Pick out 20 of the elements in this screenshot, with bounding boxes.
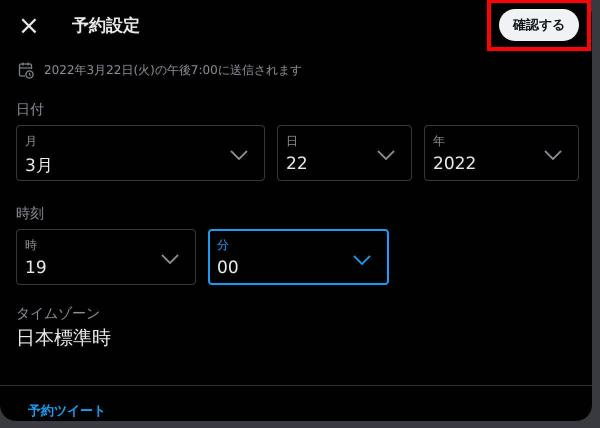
date-select[interactable]: 月 3月 bbox=[16, 125, 265, 181]
date-label: 日付 bbox=[16, 101, 45, 119]
date-select[interactable]: 年 2022 bbox=[424, 125, 579, 181]
confirm-button[interactable]: 確認する bbox=[499, 9, 579, 41]
timezone-value: 日本標準時 bbox=[16, 326, 112, 351]
time-label: 時刻 bbox=[16, 205, 45, 223]
close-button[interactable]: × bbox=[14, 13, 38, 39]
chevron-down-icon bbox=[544, 150, 562, 160]
dialog-title: 予約設定 bbox=[72, 14, 140, 36]
chevron-down-icon bbox=[161, 254, 179, 264]
timezone-label: タイムゾーン bbox=[16, 305, 101, 323]
date-select[interactable]: 日 22 bbox=[277, 125, 412, 181]
chevron-down-icon bbox=[353, 255, 371, 265]
chevron-down-icon bbox=[230, 150, 248, 160]
time-select[interactable]: 分 00 bbox=[208, 229, 389, 285]
scheduled-tweets-link[interactable]: 予約ツイート bbox=[28, 402, 106, 420]
calendar-clock-icon bbox=[18, 62, 34, 79]
chevron-down-icon bbox=[377, 150, 395, 160]
schedule-notice: 2022年3月22日(火)の午後7:00に送信されます bbox=[44, 62, 302, 79]
time-select[interactable]: 時 19 bbox=[16, 229, 196, 285]
